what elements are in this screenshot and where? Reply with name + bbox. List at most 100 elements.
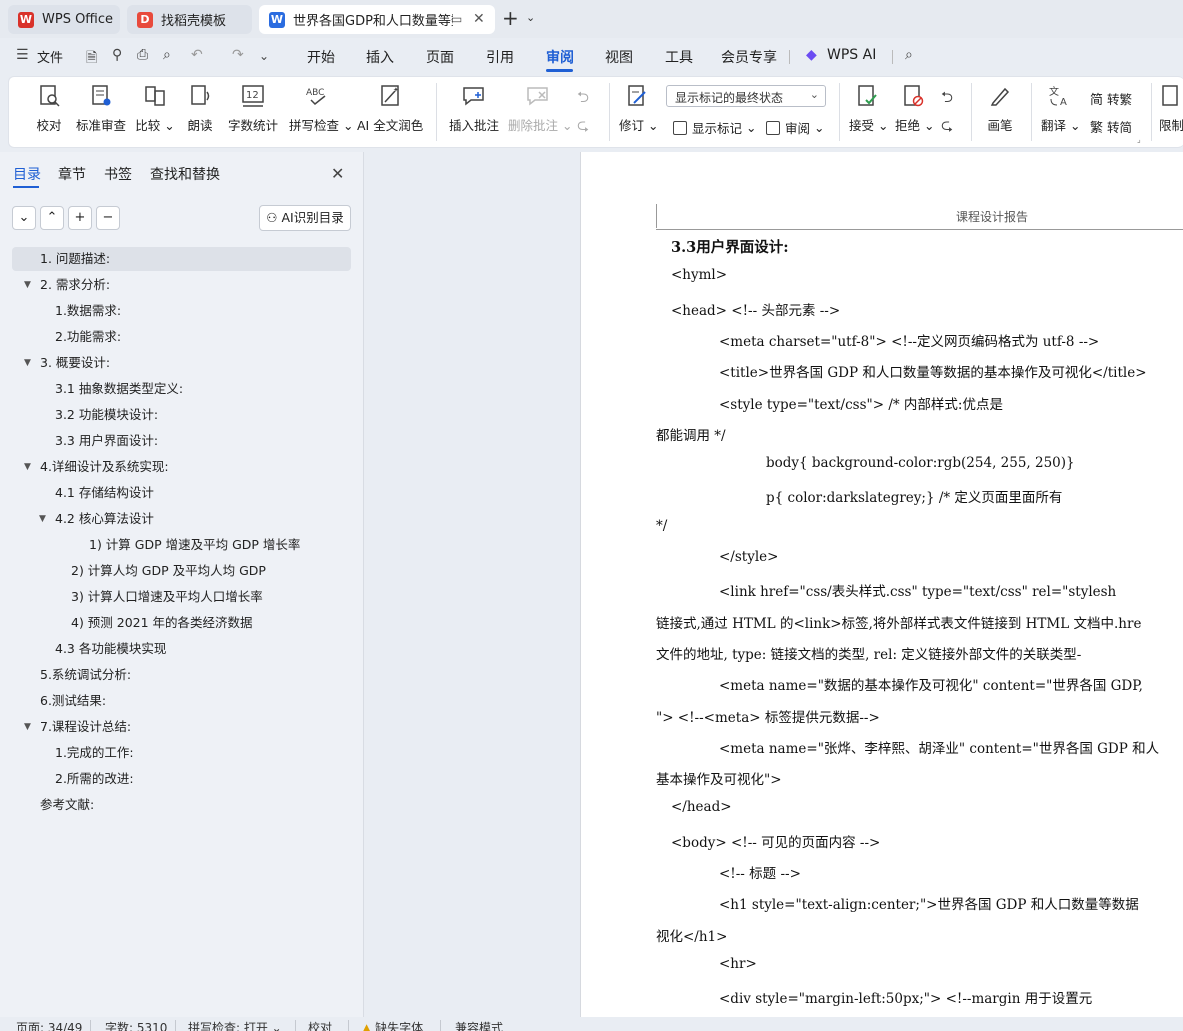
svg-text:12: 12: [246, 90, 259, 101]
standard-review-button[interactable]: 标准审查: [75, 83, 127, 134]
compare-button[interactable]: 比较 ⌄: [135, 83, 175, 134]
read-aloud-button[interactable]: 朗读: [185, 83, 215, 134]
toc-item[interactable]: 3.1 抽象数据类型定义:: [12, 377, 351, 401]
nav-tab-find-replace[interactable]: 查找和替换: [150, 164, 220, 184]
next-comment-icon[interactable]: ⮎: [577, 115, 589, 140]
show-markup-button[interactable]: 显示标记 ⌄: [673, 118, 756, 137]
markup-mode-select[interactable]: 显示标记的最终状态 ⌄: [666, 85, 826, 107]
expand-toggle-icon[interactable]: ▼: [24, 273, 31, 297]
toc-item[interactable]: 2.所需的改进:: [12, 767, 351, 791]
ai-polish-button[interactable]: ✦ AI 全文润色: [357, 83, 423, 134]
next-change-icon[interactable]: ⮎: [941, 115, 953, 140]
redo-icon[interactable]: ↷: [232, 47, 244, 63]
ai-toc-button[interactable]: ⚇ AI识别目录: [259, 205, 351, 231]
toc-item[interactable]: 1.数据需求:: [12, 299, 351, 323]
accept-button[interactable]: 接受 ⌄: [849, 83, 888, 134]
tab-current-document[interactable]: W 世界各国GDP和人口数量等数 ▭ ✕: [259, 5, 495, 34]
print-preview-icon[interactable]: ⌕: [163, 47, 171, 63]
toc-item[interactable]: 参考文献:: [12, 793, 351, 817]
remove-heading-button[interactable]: −: [96, 206, 120, 230]
toc-item[interactable]: 1.完成的工作:: [12, 741, 351, 765]
expand-toggle-icon[interactable]: ▼: [24, 455, 31, 479]
status-spell-check[interactable]: 拼写检查: 打开 ⌄: [188, 1019, 282, 1031]
chevron-down-icon[interactable]: ⌄: [526, 11, 535, 24]
toc-item[interactable]: 4.1 存储结构设计: [12, 481, 351, 505]
menu-home[interactable]: 开始: [307, 47, 335, 67]
tab-docer-templates[interactable]: D 找稻壳模板: [127, 5, 252, 34]
nav-tab-toc[interactable]: 目录: [13, 164, 41, 184]
translate-button[interactable]: 文A 翻译 ⌄: [1041, 83, 1081, 134]
dialog-launcher-icon[interactable]: ⌟: [1137, 135, 1141, 144]
ink-button[interactable]: 画笔: [984, 83, 1016, 134]
menu-file[interactable]: 文件: [37, 47, 63, 66]
spell-check-button[interactable]: ABC 拼写检查 ⌄: [289, 83, 353, 134]
expand-toggle-icon[interactable]: ▼: [24, 715, 31, 739]
toc-item[interactable]: ▼ 4.详细设计及系统实现:: [12, 455, 351, 479]
close-icon[interactable]: ✕: [473, 11, 485, 27]
toc-item-label: 2.所需的改进:: [55, 771, 134, 786]
toc-item[interactable]: 4.3 各功能模块实现: [12, 637, 351, 661]
save-icon[interactable]: 🗎: [86, 47, 97, 71]
nav-tab-chapters[interactable]: 章节: [58, 164, 86, 184]
toc-item[interactable]: ▼ 3. 概要设计:: [12, 351, 351, 375]
toc-item[interactable]: ▼ 4.2 核心算法设计: [12, 507, 351, 531]
menu-member[interactable]: 会员专享: [721, 47, 777, 67]
translate-label: 翻译 ⌄: [1041, 118, 1081, 133]
toc-item[interactable]: 1. 问题描述:: [12, 247, 351, 271]
menu-references[interactable]: 引用: [486, 47, 514, 67]
status-word-count[interactable]: 字数: 5310: [105, 1019, 167, 1031]
restrict-editing-button[interactable]: 限制: [1159, 83, 1183, 134]
menu-insert[interactable]: 插入: [366, 47, 394, 67]
collapse-down-button[interactable]: ⌄: [12, 206, 36, 230]
menu-page[interactable]: 页面: [426, 47, 454, 67]
search-icon[interactable]: ⌕: [905, 47, 913, 63]
word-count-button[interactable]: 12 字数统计: [227, 83, 279, 134]
status-proofread[interactable]: 校对: [308, 1019, 332, 1031]
review-pane-button[interactable]: 审阅 ⌄: [766, 118, 824, 137]
toc-item[interactable]: 2) 计算人均 GDP 及平均人均 GDP: [12, 559, 351, 583]
delete-comment-button[interactable]: 删除批注 ⌄: [508, 83, 572, 134]
to-simplified-icon: 繁: [1090, 121, 1104, 136]
proofread-button[interactable]: 校对: [31, 83, 67, 134]
menu-wps-ai[interactable]: WPS AI: [827, 47, 876, 63]
menu-review[interactable]: 审阅: [546, 47, 574, 67]
close-icon[interactable]: ✕: [331, 164, 344, 183]
status-page[interactable]: 页面: 34/49: [16, 1019, 82, 1031]
toc-item[interactable]: 4) 预测 2021 年的各类经济数据: [12, 611, 351, 635]
insert-comment-button[interactable]: 插入批注: [448, 83, 500, 134]
toc-item[interactable]: 2.功能需求:: [12, 325, 351, 349]
track-changes-button[interactable]: 修订 ⌄: [619, 83, 658, 134]
print-icon[interactable]: ⎙: [137, 47, 148, 63]
menu-view[interactable]: 视图: [605, 47, 633, 67]
to-simplified-button[interactable]: 繁转简: [1090, 117, 1132, 136]
menu-tools[interactable]: 工具: [665, 47, 693, 67]
add-heading-button[interactable]: +: [68, 206, 92, 230]
toc-item[interactable]: ▼ 7.课程设计总结:: [12, 715, 351, 739]
document-page[interactable]: 课程设计报告 3.3用户界面设计: <hyml> <head> <!-- 头部元素 …: [580, 152, 1183, 1017]
toc-item[interactable]: 1) 计算 GDP 增速及平均 GDP 增长率: [12, 533, 351, 557]
status-missing-font[interactable]: ▲ 缺失字体: [362, 1019, 423, 1031]
tab-wps-office[interactable]: W WPS Office: [8, 5, 120, 34]
reject-button[interactable]: 拒绝 ⌄: [895, 83, 934, 134]
previous-comment-icon[interactable]: ⮌: [577, 87, 589, 112]
new-tab-icon[interactable]: +: [502, 8, 519, 28]
previous-change-icon[interactable]: ⮌: [941, 87, 953, 112]
toc-item[interactable]: 3) 计算人口增速及平均人口增长率: [12, 585, 351, 609]
toc-item[interactable]: 6.测试结果:: [12, 689, 351, 713]
toc-item[interactable]: 3.2 功能模块设计:: [12, 403, 351, 427]
toc-item[interactable]: 3.3 用户界面设计:: [12, 429, 351, 453]
undo-icon[interactable]: ↶: [191, 47, 203, 63]
expand-toggle-icon[interactable]: ▼: [39, 507, 46, 531]
chevron-down-icon[interactable]: ⌄: [259, 49, 269, 63]
hamburger-menu-icon[interactable]: ☰: [16, 47, 29, 63]
collapse-up-button[interactable]: ⌃: [40, 206, 64, 230]
link-icon[interactable]: ⚲: [112, 47, 122, 63]
to-traditional-button[interactable]: 简转繁: [1090, 89, 1132, 108]
svg-text:文: 文: [1049, 85, 1059, 98]
monitor-icon[interactable]: ▭: [451, 12, 462, 26]
nav-tab-bookmarks[interactable]: 书签: [104, 164, 132, 184]
active-menu-indicator: [546, 69, 573, 72]
toc-item[interactable]: ▼ 2. 需求分析:: [12, 273, 351, 297]
expand-toggle-icon[interactable]: ▼: [24, 351, 31, 375]
toc-item[interactable]: 5.系统调试分析:: [12, 663, 351, 687]
